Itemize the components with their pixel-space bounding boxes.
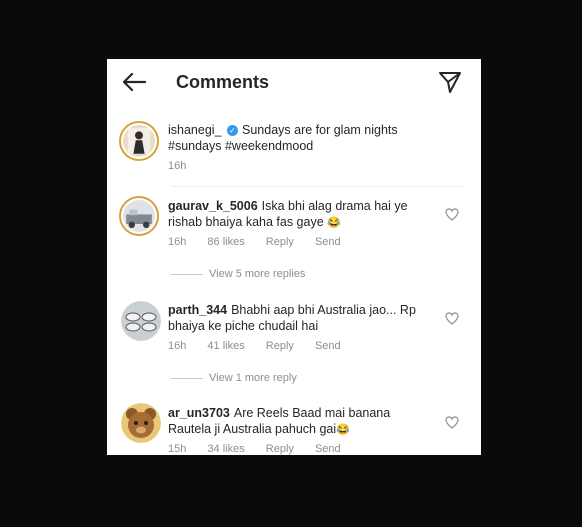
caption-text: ishanegi_ ✓ Sundays are for glam nights #…: [168, 122, 428, 154]
send-button[interactable]: Send: [315, 443, 341, 455]
comment-text: ar_un3703 Are Reels Baad mai banana Raute…: [168, 405, 428, 438]
heart-icon[interactable]: [445, 312, 459, 325]
comment-text: gaurav_k_5006 Iska bhi alag drama hai ye …: [168, 198, 428, 231]
caption-meta: 16h: [168, 160, 204, 172]
view-replies-label: View 1 more reply: [209, 372, 297, 384]
send-button[interactable]: Send: [315, 340, 341, 352]
divider: [171, 186, 465, 187]
comment-meta: 16h 41 likes Reply Send: [168, 340, 359, 352]
heart-icon[interactable]: [445, 208, 459, 221]
avatar[interactable]: [119, 196, 159, 236]
caption-time: 16h: [168, 160, 187, 172]
comment-username[interactable]: ar_un3703: [168, 406, 230, 420]
likes-count[interactable]: 34 likes: [207, 443, 244, 455]
comment-meta: 16h 86 likes Reply Send: [168, 236, 359, 248]
comment-meta: 15h 34 likes Reply Send: [168, 443, 359, 455]
comment-time: 16h: [168, 340, 187, 352]
reply-button[interactable]: Reply: [266, 340, 294, 352]
comments-panel: Comments ishanegi_ ✓ Sundays are for glam…: [107, 59, 481, 455]
view-replies-button[interactable]: View 5 more replies: [171, 268, 305, 280]
likes-count[interactable]: 86 likes: [207, 236, 244, 248]
reply-button[interactable]: Reply: [266, 236, 294, 248]
replies-line: [171, 377, 203, 379]
reply-button[interactable]: Reply: [266, 443, 294, 455]
avatar[interactable]: [121, 301, 161, 341]
send-button[interactable]: Send: [315, 236, 341, 248]
heart-icon[interactable]: [445, 416, 459, 429]
comment-text: parth_344 Bhabhi aap bhi Australia jao...…: [168, 302, 428, 334]
page-title: Comments: [176, 72, 270, 92]
emoji: 😂: [327, 217, 341, 229]
avatar[interactable]: [121, 403, 161, 443]
paper-plane-icon[interactable]: [438, 70, 462, 94]
comment-username[interactable]: parth_344: [168, 303, 227, 317]
likes-count[interactable]: 41 likes: [207, 340, 244, 352]
view-replies-button[interactable]: View 1 more reply: [171, 372, 297, 384]
replies-line: [171, 273, 203, 275]
comment-time: 15h: [168, 443, 187, 455]
verified-badge-icon: ✓: [227, 125, 238, 136]
arrow-left-icon[interactable]: [121, 71, 147, 93]
avatar[interactable]: [119, 121, 159, 161]
comment-time: 16h: [168, 236, 187, 248]
emoji: 😂: [336, 424, 350, 436]
view-replies-label: View 5 more replies: [209, 268, 306, 280]
comments-header: Comments: [107, 59, 481, 105]
caption-username[interactable]: ishanegi_: [168, 123, 222, 137]
comment-username[interactable]: gaurav_k_5006: [168, 199, 258, 213]
